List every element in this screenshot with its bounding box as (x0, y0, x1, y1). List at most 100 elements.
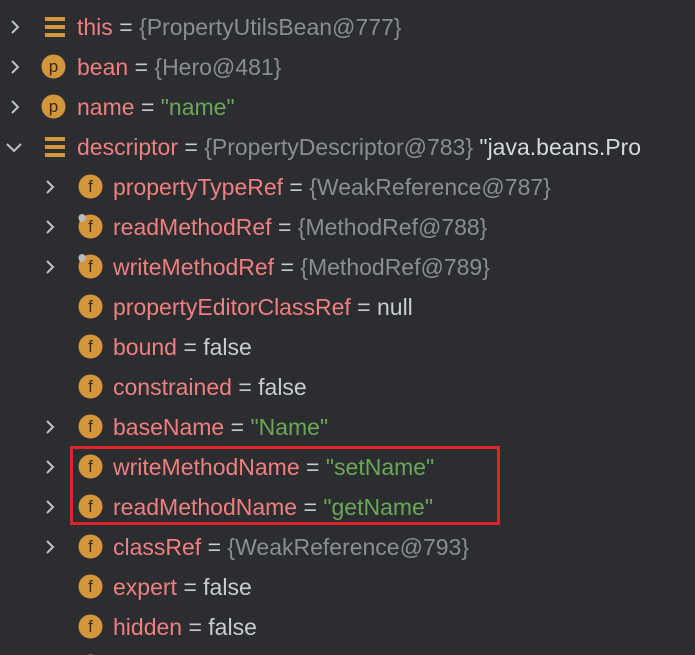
equals-sign: = (134, 54, 148, 80)
variable-row-bean[interactable]: p bean = {Hero@481} (0, 47, 695, 87)
variable-name: name (77, 94, 135, 120)
svg-text:f: f (88, 297, 93, 316)
svg-text:f: f (88, 337, 93, 356)
equals-sign: = (183, 574, 197, 600)
svg-text:f: f (88, 457, 93, 476)
field-row-readMethodName[interactable]: f readMethodName = "getName" (0, 487, 695, 527)
field-icon: f (78, 574, 103, 599)
field-name: writeMethodName (113, 454, 300, 480)
svg-text:f: f (88, 497, 93, 516)
field-value: "setName" (325, 454, 435, 480)
variable-value: {PropertyDescriptor@783} (204, 134, 474, 160)
equals-sign: = (238, 374, 252, 400)
field-value: {WeakReference@787} (309, 174, 551, 200)
expand-arrow-icon[interactable] (40, 537, 60, 557)
equals-sign: = (306, 454, 320, 480)
field-icon: f (78, 494, 103, 519)
static-field-icon (45, 17, 65, 37)
svg-text:f: f (88, 377, 93, 396)
field-icon: f (78, 614, 103, 639)
field-row-constrained[interactable]: f constrained = false (0, 367, 695, 407)
expand-arrow-icon[interactable] (40, 217, 60, 237)
svg-text:f: f (88, 177, 93, 196)
field-value: {MethodRef@789} (300, 254, 490, 280)
field-row-writeMethodName[interactable]: f writeMethodName = "setName" (0, 447, 695, 487)
variable-row-descriptor[interactable]: descriptor = {PropertyDescriptor@783} "j… (0, 127, 695, 167)
debugger-variables-tree: this = {PropertyUtilsBean@777} p bean = … (0, 0, 695, 655)
field-name: expert (113, 574, 177, 600)
variable-value: "name" (160, 94, 235, 120)
expand-arrow-icon[interactable] (40, 497, 60, 517)
field-icon: f (78, 374, 103, 399)
parameter-icon: p (41, 94, 66, 119)
equals-sign: = (140, 94, 155, 120)
variable-row-this[interactable]: this = {PropertyUtilsBean@777} (0, 7, 695, 47)
field-icon: f (78, 454, 103, 479)
field-name: propertyEditorClassRef (113, 294, 351, 320)
expand-arrow-icon[interactable] (5, 97, 25, 117)
svg-text:p: p (49, 57, 58, 76)
svg-text:f: f (88, 617, 93, 636)
field-icon: f (78, 334, 103, 359)
equals-sign: = (188, 614, 202, 640)
field-value: false (208, 614, 257, 640)
equals-sign: = (207, 534, 222, 560)
field-name: hidden (113, 614, 183, 640)
field-row-propertyTypeRef[interactable]: f propertyTypeRef = {WeakReference@787} (0, 167, 695, 207)
variable-name: this (77, 14, 113, 40)
svg-text:p: p (49, 97, 58, 116)
expand-arrow-icon[interactable] (40, 177, 60, 197)
svg-text:f: f (88, 537, 93, 556)
collapse-arrow-icon[interactable] (4, 137, 24, 157)
field-name: constrained (113, 374, 232, 400)
variable-tostring: "java.beans.Pro (479, 134, 642, 160)
svg-text:f: f (88, 217, 93, 236)
field-value: false (258, 374, 307, 400)
field-row-writeMethodRef[interactable]: f writeMethodRef = {MethodRef@789} (0, 247, 695, 287)
parameter-icon: p (41, 54, 66, 79)
field-icon: f (78, 414, 103, 439)
variable-name: bean (77, 54, 129, 80)
field-name: writeMethodRef (113, 254, 275, 280)
field-name: baseName (113, 414, 225, 440)
field-value: false (203, 574, 252, 600)
field-value: "getName" (323, 494, 433, 520)
equals-sign: = (289, 174, 303, 200)
equals-sign: = (357, 294, 371, 320)
field-icon: f (78, 174, 103, 199)
variable-value: {Hero@481} (154, 54, 282, 80)
field-value: {MethodRef@788} (297, 214, 488, 240)
field-row-bound[interactable]: f bound = false (0, 327, 695, 367)
field-name: readMethodName (113, 494, 298, 520)
equals-sign: = (183, 334, 197, 360)
field-row-classRef[interactable]: f classRef = {WeakReference@793} (0, 527, 695, 567)
expand-arrow-icon[interactable] (5, 57, 25, 77)
equals-sign: = (277, 214, 292, 240)
field-row-propertyEditorClassRef[interactable]: f propertyEditorClassRef = null (0, 287, 695, 327)
svg-text:f: f (88, 417, 93, 436)
field-row-partial (0, 647, 695, 655)
variable-row-name[interactable]: p name = "name" (0, 87, 695, 127)
field-value: {WeakReference@793} (227, 534, 470, 560)
expand-arrow-icon[interactable] (40, 457, 60, 477)
field-name: propertyTypeRef (113, 174, 284, 200)
transient-field-icon: f (78, 214, 103, 239)
svg-text:f: f (88, 577, 93, 596)
variable-value: {PropertyUtilsBean@777} (139, 14, 402, 40)
field-value: false (203, 334, 252, 360)
field-row-baseName[interactable]: f baseName = "Name" (0, 407, 695, 447)
field-icon: f (78, 294, 103, 319)
equals-sign: = (230, 414, 245, 440)
field-row-expert[interactable]: f expert = false (0, 567, 695, 607)
equals-sign: = (303, 494, 317, 520)
field-name: classRef (113, 534, 202, 560)
field-row-hidden[interactable]: f hidden = false (0, 607, 695, 647)
field-row-readMethodRef[interactable]: f readMethodRef = {MethodRef@788} (0, 207, 695, 247)
expand-arrow-icon[interactable] (40, 417, 60, 437)
expand-arrow-icon[interactable] (5, 17, 25, 37)
equals-sign: = (184, 134, 198, 160)
field-icon: f (78, 534, 103, 559)
expand-arrow-icon[interactable] (40, 257, 60, 277)
svg-text:f: f (88, 257, 93, 276)
variable-name: descriptor (77, 134, 178, 160)
